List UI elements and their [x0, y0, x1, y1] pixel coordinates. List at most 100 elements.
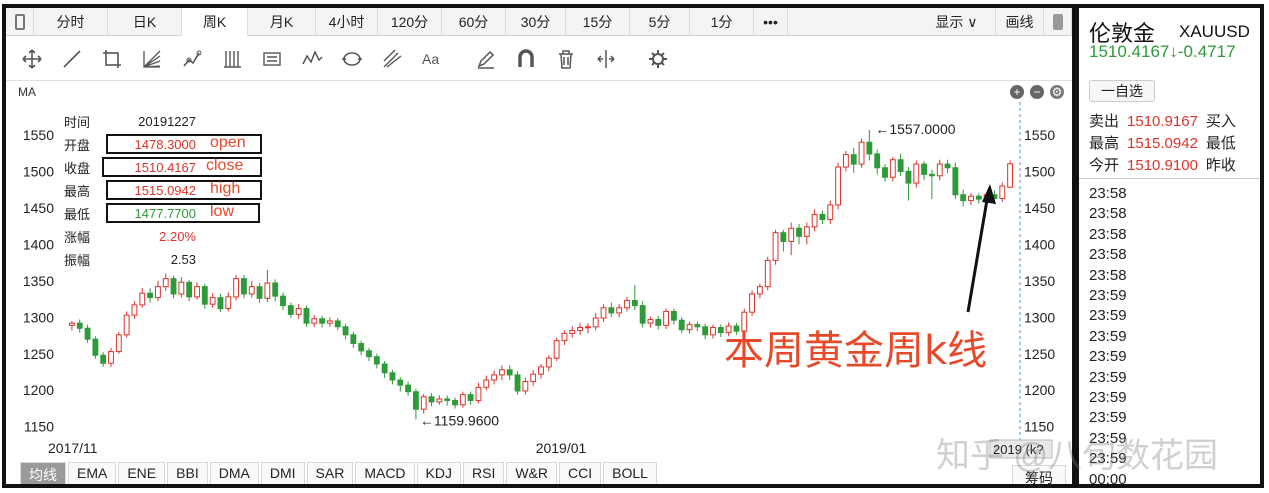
candle-body[interactable] [123, 314, 130, 336]
candle-body[interactable] [92, 338, 99, 356]
candle-body[interactable] [334, 320, 341, 328]
candle-body[interactable] [522, 380, 529, 392]
candle-body[interactable] [827, 204, 834, 221]
candle-body[interactable] [584, 326, 591, 329]
candle-body[interactable] [147, 292, 154, 299]
candle-body[interactable] [936, 163, 943, 177]
candle-body[interactable] [366, 350, 372, 358]
candle-body[interactable] [678, 319, 685, 331]
candle-body[interactable] [921, 163, 928, 175]
candle-body[interactable] [811, 213, 818, 228]
candle-body[interactable] [209, 297, 216, 305]
draw-line-button[interactable]: 画线 [996, 8, 1044, 36]
display-menu[interactable]: 显示 ∨ [918, 8, 996, 36]
candle-body[interactable] [569, 329, 576, 334]
candle-body[interactable] [999, 185, 1006, 199]
candle-body[interactable] [897, 159, 904, 172]
candle-body[interactable] [702, 326, 709, 336]
candle-body[interactable] [115, 334, 122, 353]
candle-body[interactable] [1007, 163, 1014, 188]
candle-body[interactable] [796, 227, 802, 237]
candle-body[interactable] [647, 318, 654, 324]
candle-body[interactable] [952, 167, 959, 196]
candle-body[interactable] [968, 195, 974, 202]
candle-body[interactable] [326, 320, 333, 324]
candle-body[interactable] [631, 300, 638, 307]
chips-button[interactable]: 筹码 [1012, 465, 1066, 484]
candle-body[interactable] [84, 327, 91, 340]
tab-period-6[interactable]: 60分 [442, 8, 506, 36]
candle-body[interactable] [545, 357, 552, 368]
candle-body[interactable] [186, 281, 193, 298]
candle-body[interactable] [592, 317, 599, 328]
indicator-tab-1[interactable]: EMA [68, 462, 117, 484]
candle-body[interactable] [553, 340, 560, 359]
candle-body[interactable] [397, 379, 404, 386]
magnet-icon[interactable] [506, 39, 546, 79]
candle-body[interactable] [436, 398, 443, 403]
candle-body[interactable] [405, 384, 412, 393]
candle-body[interactable] [616, 307, 623, 314]
tab-period-4[interactable]: 4小时 [316, 8, 378, 36]
chart-settings-icon[interactable]: ⚙ [1050, 85, 1064, 99]
candle-body[interactable] [710, 327, 716, 336]
candle-body[interactable] [420, 396, 427, 410]
candle-body[interactable] [756, 286, 763, 295]
text-box-icon[interactable] [252, 39, 292, 79]
candle-body[interactable] [905, 170, 912, 184]
candle-body[interactable] [491, 374, 498, 381]
tab-period-0[interactable]: 分时 [34, 8, 108, 36]
candle-body[interactable] [655, 318, 662, 326]
candle-body[interactable] [467, 394, 474, 401]
candle-body[interactable] [248, 286, 255, 295]
candle-body[interactable] [428, 396, 435, 403]
candle-body[interactable] [295, 308, 302, 315]
candle-body[interactable] [928, 173, 935, 177]
candle-body[interactable] [358, 343, 365, 352]
candle-body[interactable] [272, 282, 279, 297]
candle-body[interactable] [975, 195, 982, 200]
channel-icon[interactable] [212, 39, 252, 79]
candle-body[interactable] [717, 327, 724, 334]
candle-body[interactable] [100, 354, 107, 364]
tab-period-2[interactable]: 周K [182, 8, 248, 36]
indicator-tab-4[interactable]: DMA [209, 462, 259, 484]
indicator-tab-10[interactable]: W&R [506, 462, 558, 484]
candle-body[interactable] [342, 326, 349, 336]
text-icon[interactable]: Aa [412, 39, 452, 79]
candle-body[interactable] [913, 163, 920, 184]
candle-body[interactable] [498, 369, 505, 376]
candle-body[interactable] [624, 300, 630, 309]
candle-body[interactable] [154, 286, 161, 299]
candle-body[interactable] [780, 232, 787, 242]
candle-body[interactable] [319, 318, 326, 324]
trash-icon[interactable] [546, 39, 586, 79]
candle-body[interactable] [788, 227, 795, 242]
candle-body[interactable] [858, 141, 865, 165]
candle-body[interactable] [686, 324, 693, 331]
candle-body[interactable] [381, 363, 388, 374]
candle-body[interactable] [483, 379, 490, 388]
candle-body[interactable] [772, 232, 779, 261]
zigzag-icon[interactable] [292, 39, 332, 79]
candle-body[interactable] [842, 154, 849, 168]
fork-icon[interactable] [372, 39, 412, 79]
candle-body[interactable] [287, 305, 294, 315]
candle-body[interactable] [530, 373, 537, 382]
tab-period-10[interactable]: 1分 [690, 8, 754, 36]
move-icon[interactable] [12, 39, 52, 79]
panel-divider[interactable] [1072, 8, 1079, 484]
candle-body[interactable] [960, 194, 967, 202]
candle-body[interactable] [538, 366, 544, 375]
candle-body[interactable] [459, 394, 466, 406]
candle-body[interactable] [108, 351, 114, 364]
indicator-tab-9[interactable]: RSI [463, 462, 505, 484]
tab-period-8[interactable]: 15分 [566, 8, 630, 36]
tab-period-11[interactable]: ••• [754, 8, 788, 36]
candle-body[interactable] [475, 386, 482, 401]
zoom-out-icon[interactable]: − [1030, 85, 1044, 99]
candle-body[interactable] [170, 278, 177, 295]
candle-body[interactable] [131, 304, 138, 316]
candle-body[interactable] [882, 167, 888, 178]
candle-body[interactable] [749, 293, 756, 313]
